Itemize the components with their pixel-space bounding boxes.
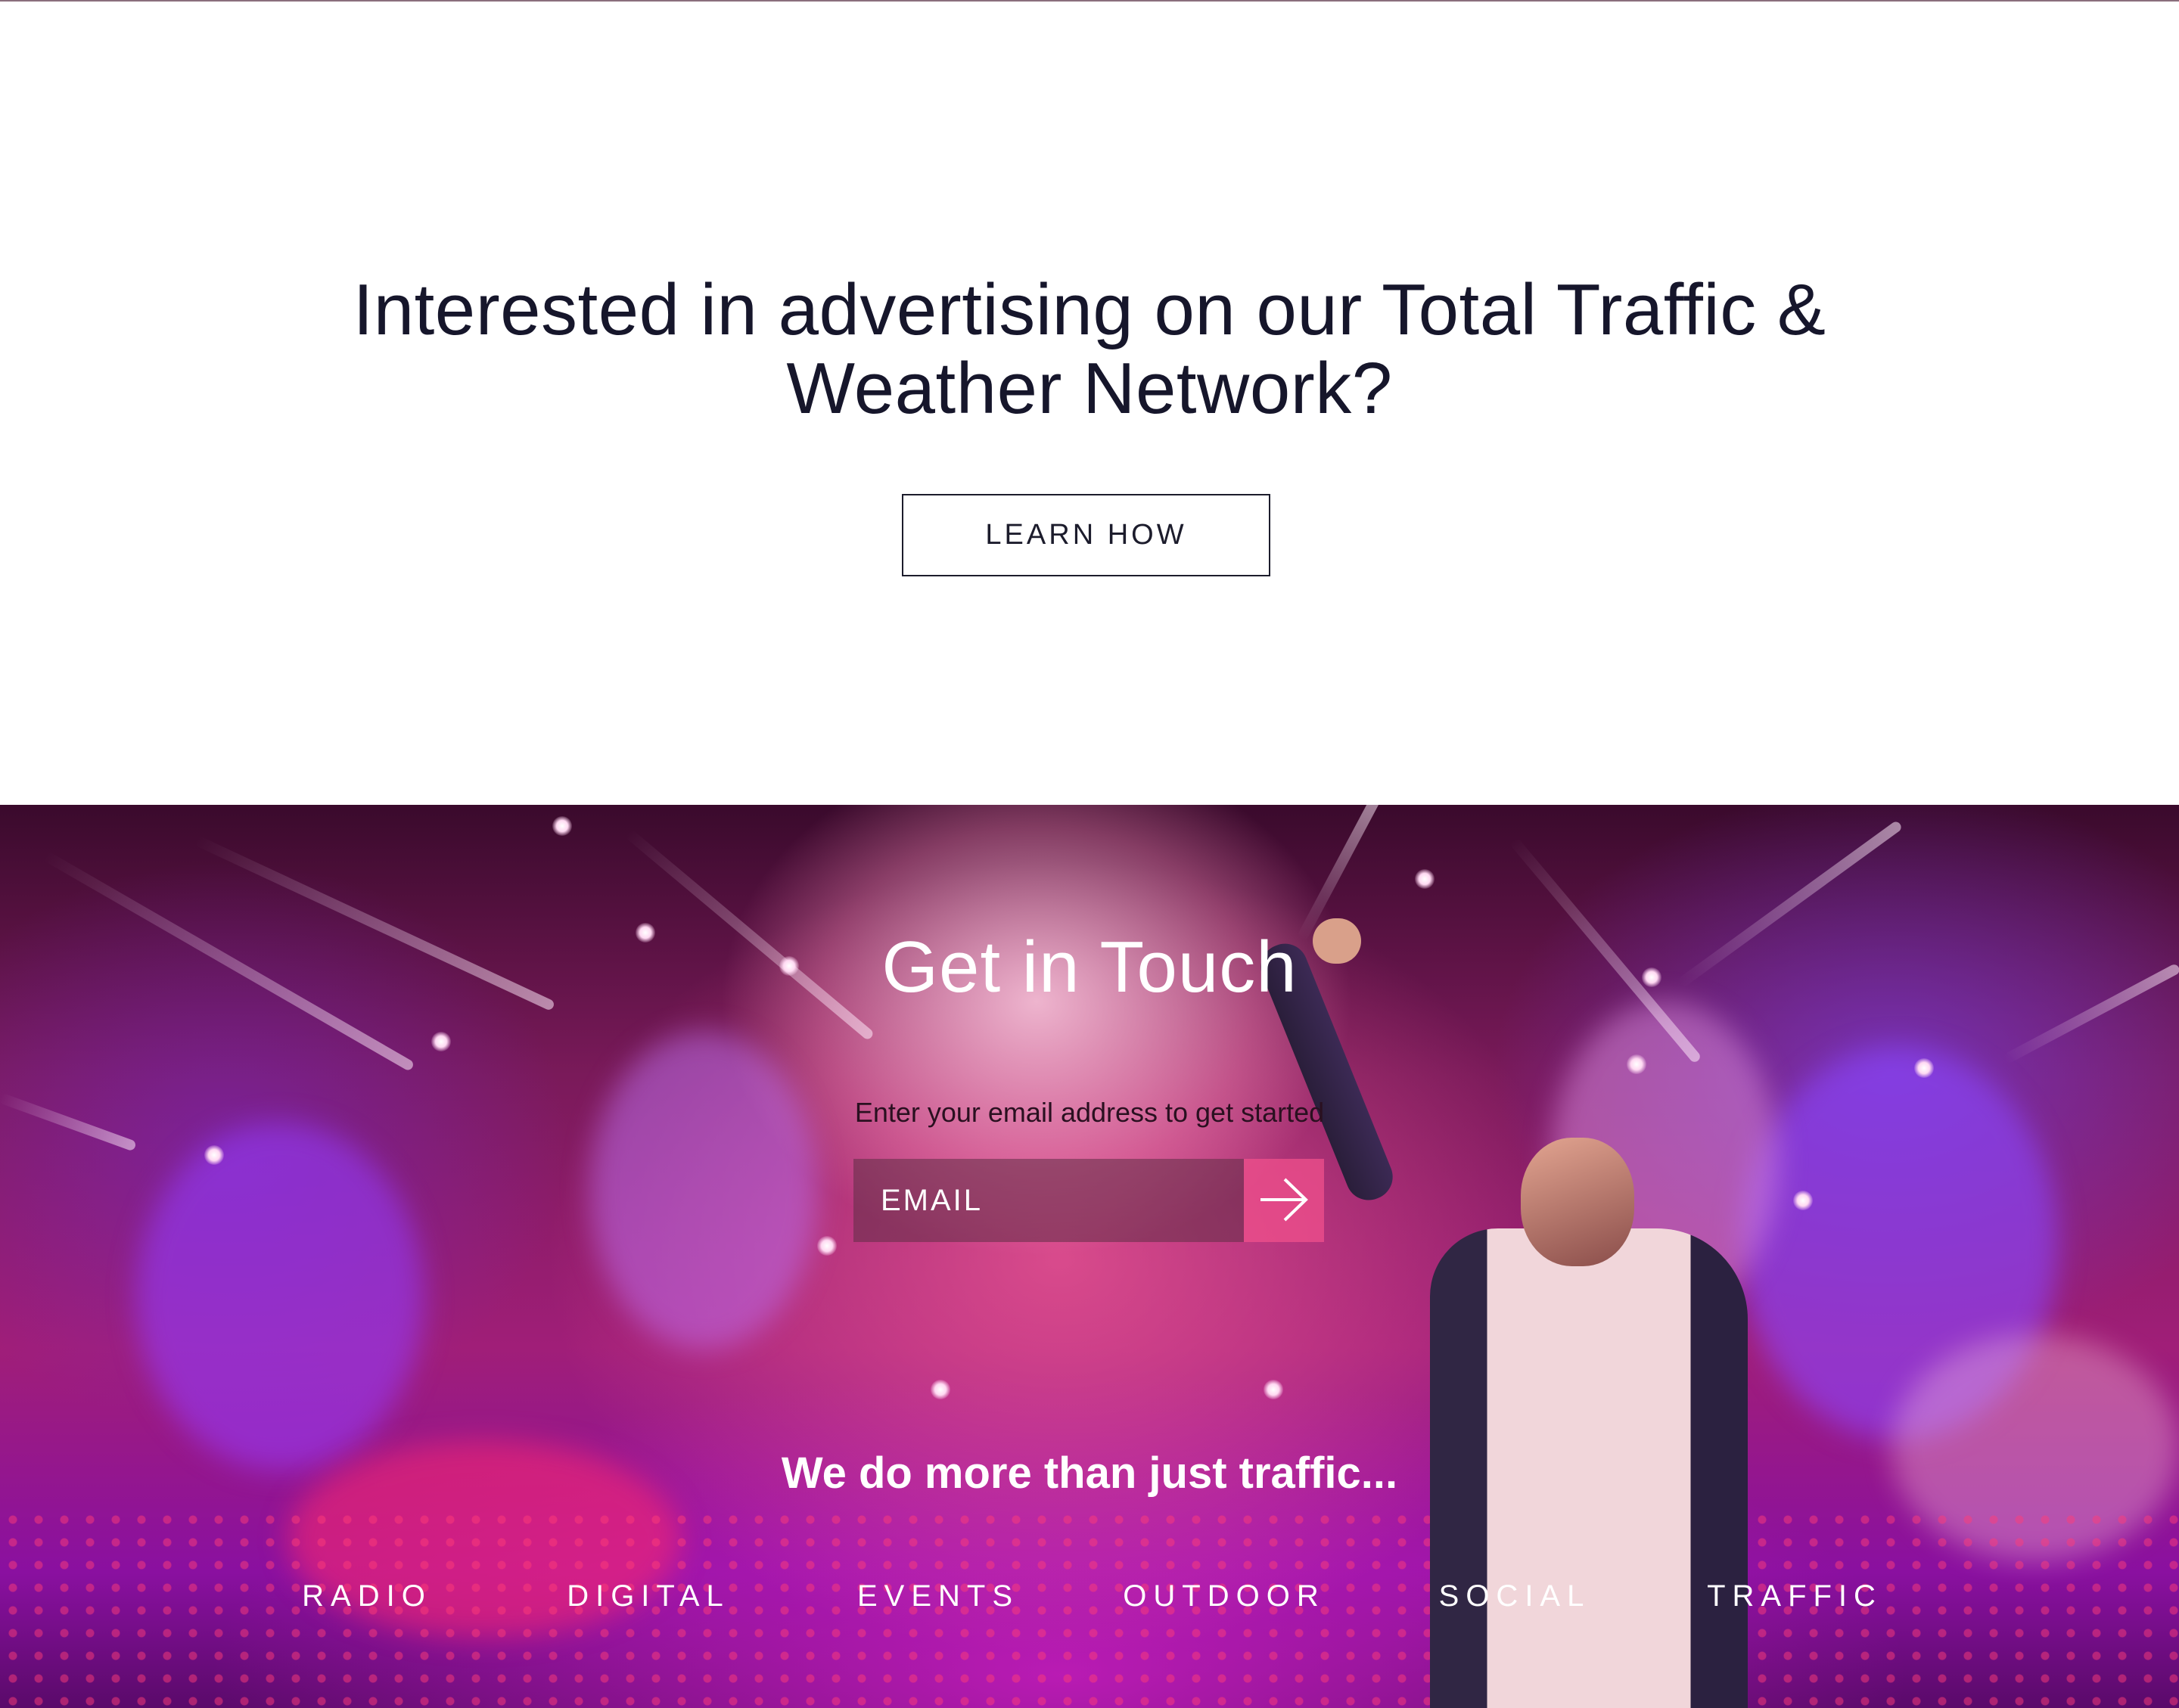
service-link-events[interactable]: EVENTS bbox=[857, 1579, 1019, 1613]
stage-spotlight bbox=[817, 1236, 837, 1256]
email-signup-form bbox=[853, 1159, 1324, 1242]
advertising-heading-line-2: Weather Network? bbox=[786, 348, 1393, 429]
email-input[interactable] bbox=[853, 1159, 1244, 1242]
service-link-radio[interactable]: RADIO bbox=[302, 1579, 432, 1613]
service-link-outdoor[interactable]: OUTDOOR bbox=[1123, 1579, 1325, 1613]
services-heading: We do more than just traffic... bbox=[781, 1449, 1398, 1498]
light-cone bbox=[590, 1032, 817, 1349]
stage-spotlight bbox=[1264, 1380, 1283, 1399]
stage-spotlight bbox=[204, 1145, 224, 1165]
advertising-section: Interested in advertising on our Total T… bbox=[0, 2, 2179, 805]
get-in-touch-heading: Get in Touch bbox=[881, 927, 1298, 1008]
email-submit-button[interactable] bbox=[1244, 1159, 1324, 1242]
stage-spotlight bbox=[1415, 869, 1435, 889]
service-link-social[interactable]: SOCIAL bbox=[1439, 1579, 1591, 1613]
stage-spotlight bbox=[931, 1380, 950, 1399]
stage-spotlight bbox=[431, 1032, 451, 1051]
services-nav: RADIO DIGITAL EVENTS OUTDOOR SOCIAL TRAF… bbox=[0, 1579, 2179, 1632]
contact-section: Get in Touch Enter your email address to… bbox=[0, 805, 2179, 1708]
service-link-digital[interactable]: DIGITAL bbox=[567, 1579, 730, 1613]
service-link-traffic[interactable]: TRAFFIC bbox=[1707, 1579, 1882, 1613]
learn-how-button[interactable]: LEARN HOW bbox=[902, 494, 1270, 576]
email-instructions: Enter your email address to get started bbox=[854, 1097, 1325, 1128]
stage-spotlight bbox=[552, 816, 572, 836]
arrow-right-icon bbox=[1257, 1176, 1310, 1225]
light-cone bbox=[136, 1123, 424, 1470]
stage-spotlight bbox=[1793, 1191, 1813, 1210]
advertising-heading: Interested in advertising on our Total T… bbox=[0, 271, 2179, 428]
performer-head bbox=[1521, 1138, 1634, 1266]
stage-spotlight bbox=[1627, 1054, 1646, 1074]
stage-spotlight bbox=[1914, 1058, 1934, 1078]
advertising-heading-line-1: Interested in advertising on our Total T… bbox=[353, 269, 1826, 350]
